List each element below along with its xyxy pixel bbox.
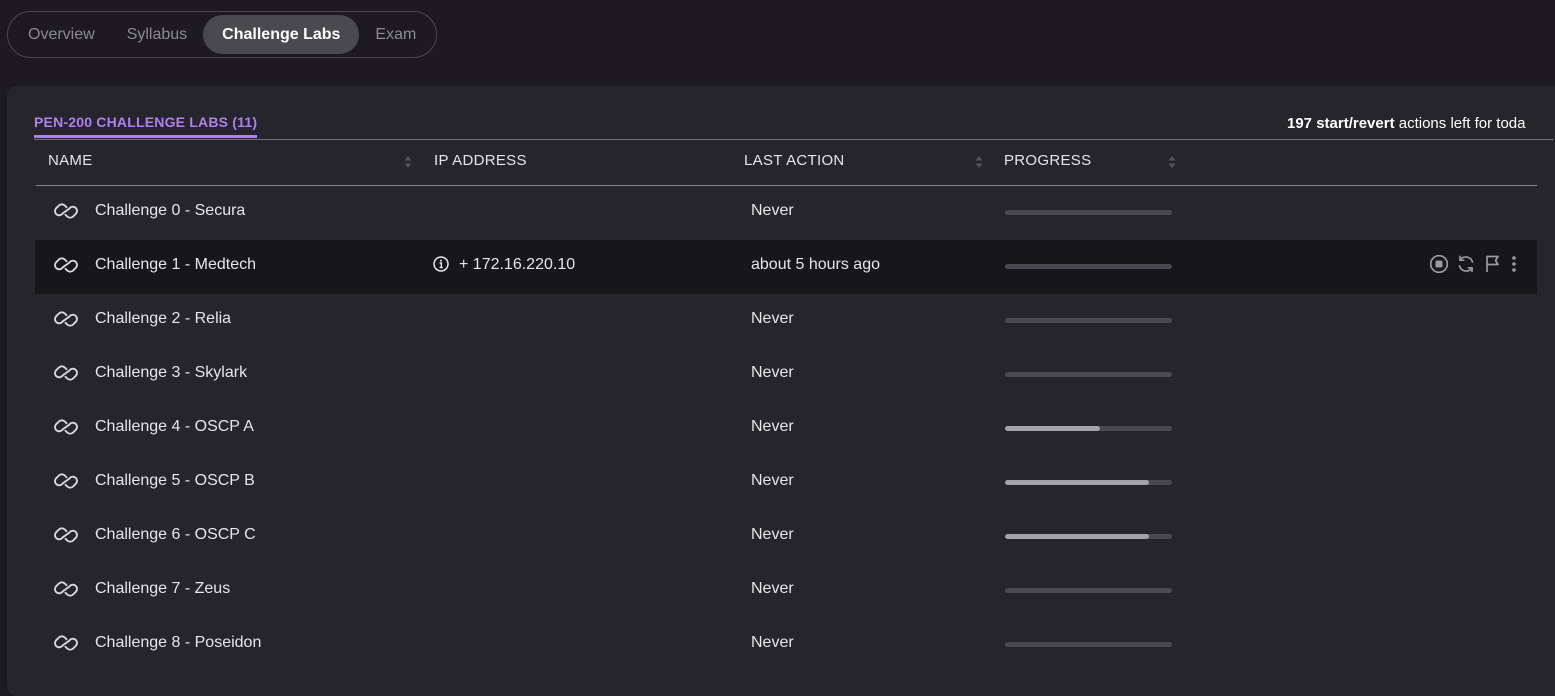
- last-action: Never: [751, 310, 794, 327]
- challenge-name[interactable]: Challenge 0 - Secura: [95, 186, 245, 240]
- actions-left-text: 197 start/revert actions left for toda: [1287, 115, 1525, 132]
- progress-fill: [1005, 426, 1101, 431]
- progress-bar: [1005, 480, 1172, 485]
- info-icon[interactable]: [433, 256, 449, 272]
- last-action: Never: [751, 364, 794, 381]
- tab-overview[interactable]: Overview: [12, 15, 111, 54]
- column-header-ip: IP ADDRESS: [434, 152, 527, 169]
- last-action: about 5 hours ago: [751, 256, 880, 273]
- link-icon: [54, 203, 78, 219]
- sort-icon-last-action[interactable]: [975, 155, 983, 169]
- link-icon: [54, 473, 78, 489]
- challenge-name[interactable]: Challenge 2 - Relia: [95, 294, 231, 348]
- challenge-name[interactable]: Challenge 3 - Skylark: [95, 348, 247, 402]
- progress-bar: [1005, 588, 1172, 593]
- column-header-name[interactable]: NAME: [48, 140, 93, 185]
- sort-icon-name[interactable]: [404, 155, 412, 169]
- progress-bar: [1005, 318, 1172, 323]
- link-icon: [54, 419, 78, 435]
- table-row[interactable]: Challenge 0 - Secura Never: [35, 186, 1537, 240]
- link-icon: [54, 365, 78, 381]
- revert-icon[interactable]: [1456, 254, 1476, 279]
- progress-bar: [1005, 210, 1172, 215]
- more-vertical-icon[interactable]: [1510, 254, 1518, 279]
- progress-bar: [1005, 642, 1172, 647]
- table-row[interactable]: Challenge 8 - Poseidon Never: [35, 618, 1537, 672]
- last-action: Never: [751, 526, 794, 543]
- progress-fill: [1005, 534, 1149, 539]
- challenge-table-body: Challenge 0 - Secura Never Challenge 1 -…: [35, 186, 1537, 672]
- table-row[interactable]: Challenge 2 - Relia Never: [35, 294, 1537, 348]
- ip-address[interactable]: + 172.16.220.10: [459, 240, 575, 294]
- link-icon: [54, 581, 78, 597]
- last-action: Never: [751, 202, 794, 219]
- flag-icon[interactable]: [1483, 254, 1503, 279]
- challenge-name[interactable]: Challenge 1 - Medtech: [95, 240, 256, 294]
- actions-suffix: actions left for toda: [1394, 115, 1526, 132]
- table-row[interactable]: Challenge 4 - OSCP A Never: [35, 402, 1537, 456]
- link-icon: [54, 635, 78, 651]
- last-action: Never: [751, 634, 794, 651]
- stop-icon[interactable]: [1429, 254, 1449, 279]
- challenge-name[interactable]: Challenge 7 - Zeus: [95, 564, 230, 618]
- last-action: Never: [751, 472, 794, 489]
- row-actions: [1429, 254, 1518, 279]
- progress-bar: [1005, 372, 1172, 377]
- link-icon: [54, 257, 78, 273]
- course-tabs: Overview Syllabus Challenge Labs Exam: [7, 11, 438, 58]
- link-icon: [54, 311, 78, 327]
- column-header-progress[interactable]: PROGRESS: [1004, 140, 1091, 185]
- tab-exam[interactable]: Exam: [359, 15, 432, 54]
- last-action: Never: [751, 418, 794, 435]
- progress-fill: [1005, 480, 1149, 485]
- challenge-name[interactable]: Challenge 5 - OSCP B: [95, 456, 255, 510]
- progress-bar: [1005, 264, 1172, 269]
- link-icon: [54, 527, 78, 543]
- sort-icon-progress[interactable]: [1168, 155, 1176, 169]
- table-row[interactable]: Challenge 5 - OSCP B Never: [35, 456, 1537, 510]
- challenge-labs-panel: PEN-200 CHALLENGE LABS (11) 197 start/re…: [7, 86, 1555, 696]
- tab-syllabus[interactable]: Syllabus: [111, 15, 203, 54]
- progress-bar: [1005, 426, 1172, 431]
- last-action: Never: [751, 580, 794, 597]
- challenge-name[interactable]: Challenge 6 - OSCP C: [95, 510, 256, 564]
- actions-count: 197 start/revert: [1287, 115, 1395, 132]
- table-row[interactable]: Challenge 3 - Skylark Never: [35, 348, 1537, 402]
- tab-challenge-labs[interactable]: Challenge Labs: [203, 15, 360, 54]
- table-row[interactable]: Challenge 1 - Medtech + 172.16.220.10 ab…: [35, 240, 1537, 294]
- challenge-name[interactable]: Challenge 8 - Poseidon: [95, 618, 261, 672]
- table-row[interactable]: Challenge 6 - OSCP C Never: [35, 510, 1537, 564]
- challenge-name[interactable]: Challenge 4 - OSCP A: [95, 402, 254, 456]
- panel-tab-challenge-labs[interactable]: PEN-200 CHALLENGE LABS (11): [34, 114, 258, 138]
- progress-bar: [1005, 534, 1172, 539]
- column-header-last-action[interactable]: LAST ACTION: [744, 140, 845, 185]
- table-row[interactable]: Challenge 7 - Zeus Never: [35, 564, 1537, 618]
- table-header: NAME IP ADDRESS LAST ACTION PROGRESS: [36, 140, 1537, 186]
